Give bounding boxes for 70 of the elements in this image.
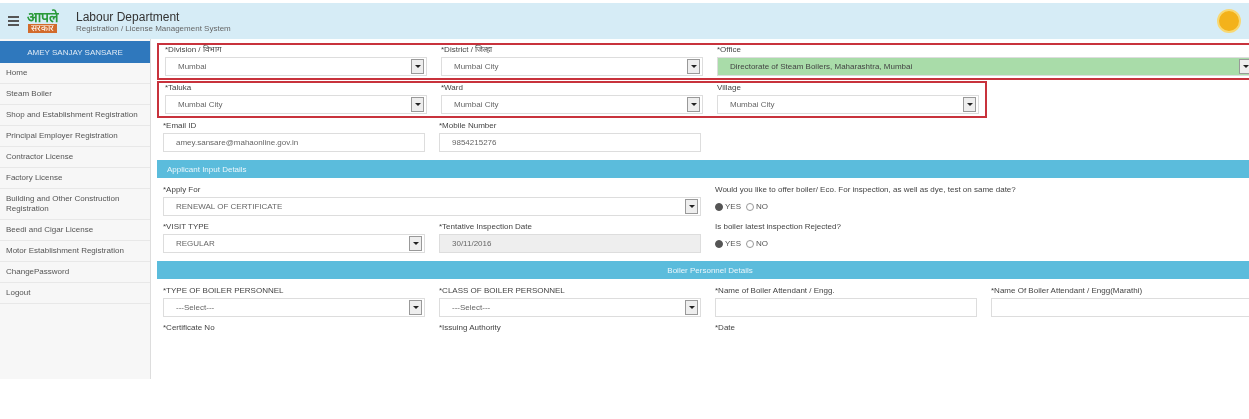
sidebar-item[interactable]: Logout <box>0 283 150 304</box>
field-label: *Certificate No <box>163 323 216 333</box>
app-subtitle: Registration / License Management System <box>76 23 231 33</box>
field-label: *Issuing Authority <box>439 323 502 333</box>
field-label: *Taluka <box>165 83 193 93</box>
field-label: Would you like to offer boiler/ Eco. For inspection, as well as dye, test on same date? <box>715 185 1016 195</box>
logo: आपले सरकार <box>27 9 58 33</box>
sidebar-item[interactable]: ChangePassword <box>0 262 150 283</box>
radio-label: YES <box>725 239 741 248</box>
dropdown[interactable]: Mumbai City <box>441 57 703 76</box>
dropdown[interactable]: Mumbai City <box>441 95 703 114</box>
field-label: *CLASS OF BOILER PERSONNEL <box>439 286 566 296</box>
dropdown[interactable]: Directorate of Steam Boilers, Maharashtra, Mumbai <box>717 57 1249 76</box>
field-label: *Apply For <box>163 185 202 195</box>
radio-label: YES <box>725 202 741 211</box>
input-field[interactable]: 9854215276 <box>439 133 701 152</box>
sidebar-item[interactable]: Shop and Establishment Registration <box>0 105 150 126</box>
section-header: Boiler Personnel Details <box>157 261 1249 279</box>
dropdown[interactable]: Mumbai City <box>165 95 427 114</box>
caret-icon[interactable] <box>1239 59 1249 74</box>
field-label: *Division / विभाग <box>165 45 223 55</box>
input-field[interactable]: amey.sansare@mahaonline.gov.in <box>163 133 425 152</box>
dropdown[interactable]: RENEWAL OF CERTIFICATE <box>163 197 701 216</box>
input-field[interactable] <box>991 298 1249 317</box>
radio-button[interactable] <box>746 239 754 248</box>
field-label: *Name of Boiler Attendant / Engg. <box>715 286 836 296</box>
field-label: Is boiler latest inspection Rejected? <box>715 222 842 232</box>
dropdown[interactable]: REGULAR <box>163 234 425 253</box>
menu-icon[interactable] <box>8 16 19 26</box>
field-label: *Office <box>717 45 742 55</box>
radio-label: NO <box>756 239 768 248</box>
user-name-bar: AMEY SANJAY SANSARE <box>0 41 150 63</box>
field-label: *Mobile Number <box>439 121 498 131</box>
caret-icon[interactable] <box>411 59 424 74</box>
sidebar-item[interactable]: Motor Establishment Registration <box>0 241 150 262</box>
caret-icon[interactable] <box>963 97 976 112</box>
caret-icon[interactable] <box>687 59 700 74</box>
radio-button[interactable] <box>715 202 723 211</box>
caret-icon[interactable] <box>685 199 698 214</box>
sidebar-item[interactable]: Contractor License <box>0 147 150 168</box>
caret-icon[interactable] <box>409 236 422 251</box>
sidebar-item[interactable]: Building and Other Construction Registration <box>0 189 150 220</box>
field-label: *Tentative Inspection Date <box>439 222 533 232</box>
sidebar-item[interactable]: Factory License <box>0 168 150 189</box>
field-label: *Date <box>715 323 736 333</box>
caret-icon[interactable] <box>409 300 422 315</box>
field-label: *Ward <box>441 83 464 93</box>
caret-icon[interactable] <box>411 97 424 112</box>
sidebar-item[interactable]: Beedi and Cigar License <box>0 220 150 241</box>
field-label: *TYPE OF BOILER PERSONNEL <box>163 286 285 296</box>
field-label: *Email ID <box>163 121 198 131</box>
sidebar-item[interactable]: Steam Boiler <box>0 84 150 105</box>
sidebar-item[interactable]: Home <box>0 63 150 84</box>
caret-icon[interactable] <box>685 300 698 315</box>
section-header: Applicant Input Details <box>157 160 1249 178</box>
field-label: *District / जिल्हा <box>441 45 494 55</box>
app-title: Labour Department <box>76 9 181 24</box>
input-field[interactable] <box>715 298 977 317</box>
field-label: Village <box>717 83 742 93</box>
dropdown[interactable]: ---Select--- <box>439 298 701 317</box>
radio-label: NO <box>756 202 768 211</box>
field-label: *VISIT TYPE <box>163 222 210 232</box>
field-label: *Name Of Boiler Attendant / Engg(Marathi) <box>991 286 1144 296</box>
radio-button[interactable] <box>746 202 754 211</box>
dropdown[interactable]: ---Select--- <box>163 298 425 317</box>
dropdown[interactable]: Mumbai City <box>717 95 979 114</box>
dropdown[interactable]: Mumbai <box>165 57 427 76</box>
sidebar-item[interactable]: Principal Employer Registration <box>0 126 150 147</box>
caret-icon[interactable] <box>687 97 700 112</box>
radio-button[interactable] <box>715 239 723 248</box>
